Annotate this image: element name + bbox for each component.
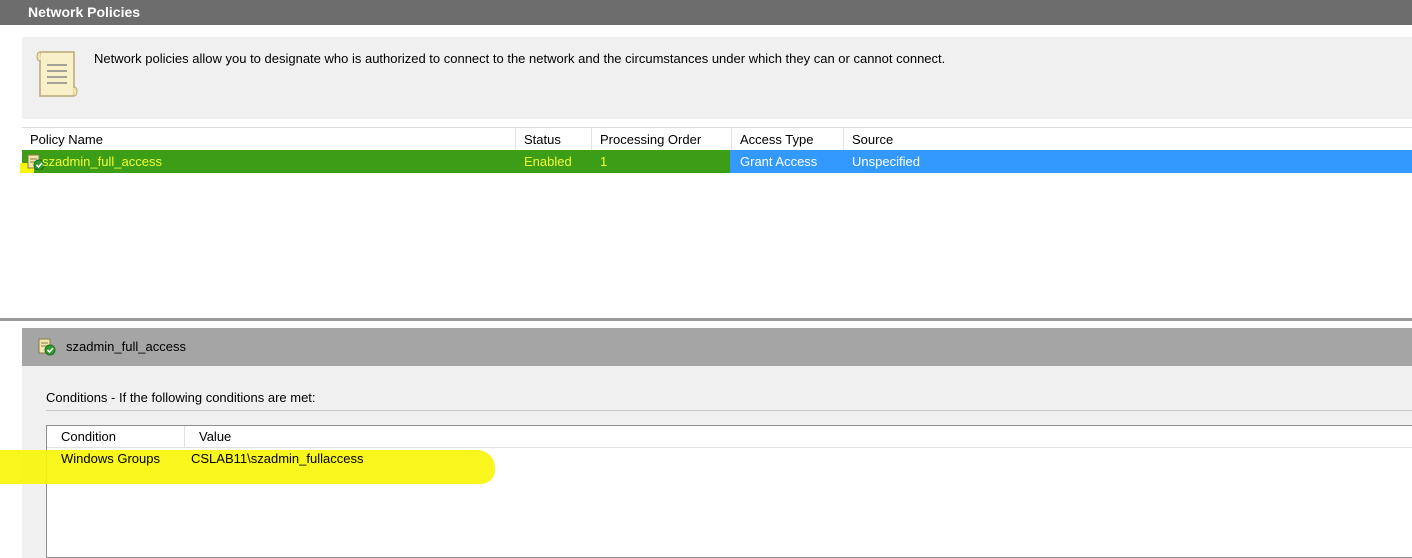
document-icon: [36, 51, 78, 97]
conditions-divider: [46, 410, 1412, 411]
column-header-access-type[interactable]: Access Type: [732, 128, 844, 152]
policy-status: Enabled: [524, 154, 572, 169]
policy-enabled-icon: [38, 338, 56, 356]
column-header-source[interactable]: Source: [844, 128, 1412, 152]
description-text: Network policies allow you to designate …: [94, 51, 946, 66]
description-panel: Network policies allow you to designate …: [22, 37, 1412, 119]
policy-row[interactable]: szadmin_full_access Enabled 1 Grant Acce…: [20, 150, 1412, 173]
policy-detail-header: szadmin_full_access: [22, 328, 1412, 366]
condition-name[interactable]: Windows Groups: [47, 449, 160, 469]
policy-name: szadmin_full_access: [42, 154, 162, 169]
pane-splitter[interactable]: [0, 318, 1412, 321]
policy-detail-title: szadmin_full_access: [66, 339, 186, 354]
policy-access-type: Grant Access: [740, 154, 818, 169]
conditions-label: Conditions - If the following conditions…: [46, 390, 316, 405]
column-header-policy-name[interactable]: Policy Name: [22, 128, 516, 152]
policy-detail-body: Conditions - If the following conditions…: [0, 366, 1412, 558]
conditions-table: Condition Value Windows Groups CSLAB11\s…: [0, 425, 1412, 558]
window-title: Network Policies: [0, 0, 1412, 25]
column-header-value[interactable]: Value: [185, 426, 1412, 447]
column-header-condition[interactable]: Condition: [47, 426, 185, 447]
policy-source: Unspecified: [852, 154, 920, 169]
column-header-status[interactable]: Status: [516, 128, 592, 152]
conditions-table-header: Condition Value: [47, 426, 1412, 448]
condition-value[interactable]: CSLAB11\szadmin_fullaccess: [177, 449, 363, 469]
column-header-processing-order[interactable]: Processing Order: [592, 128, 732, 152]
policy-processing-order: 1: [600, 154, 608, 169]
policy-list-header: Policy Name Status Processing Order Acce…: [22, 127, 1412, 152]
